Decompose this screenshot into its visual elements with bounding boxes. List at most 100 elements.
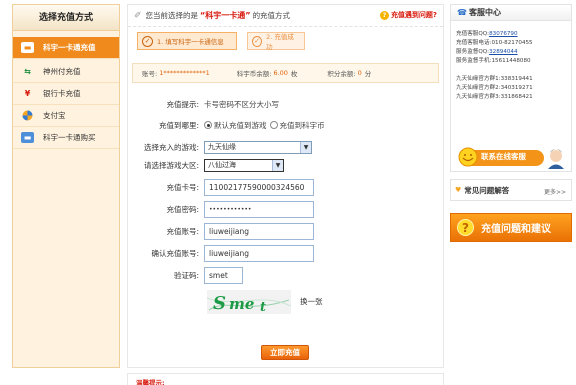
service-center: ☎ 客服中心 充值客服QQ:83076790 充值客服电话:010-821704… [450,4,572,172]
qq-group-line: 九天仙缘官方群3:331868421 [451,93,571,102]
card-row: 充值卡号: [128,178,445,196]
qq-group-line: 九天仙缘官方群2:340319271 [451,84,571,93]
qq-group-line: 九天仙缘官方群1:338319441 [451,75,571,84]
step-2: ✓ 2. 充值成功 [247,32,305,51]
sidebar-item-label: 科宇一卡通充值 [43,43,96,52]
alipay-icon [21,110,34,121]
svg-text:S: S [213,293,226,314]
game-select[interactable]: 九天仙缘 ▼ [204,140,312,154]
suggestion-label: 充值问题和建议 [481,224,551,235]
region-label: 请选择游戏大区: [143,160,199,170]
tip-label: 充值提示: [166,99,199,109]
help-link-label: 充值遇到问题? [390,11,437,19]
service-phone: 010-82170455 [491,40,533,46]
submit-recharge-button[interactable]: 立即充值 [261,345,309,360]
progress-steps: ✓ 1. 填写科宇一卡通信息 ✓ 2. 充值成功 [137,32,305,51]
qq-group-number: 338319441 [500,76,533,82]
target-label: 充值到哪里: [158,120,199,130]
star-icon: ♥ [455,186,462,194]
step-label: 2. 充值成功 [266,33,294,51]
service-line-label: 充值客服QQ: [456,31,490,37]
sidebar-item-label: 支付宝 [43,111,66,120]
service-line: 充值客服QQ:83076790 [451,30,571,39]
user-row: 充值账号: [128,222,445,240]
confirm-label: 确认充值账号: [151,248,199,258]
tip-row: 充值提示: 卡号密码不区分大小写 [128,95,445,113]
radio-label: 默认充值到游戏 [214,120,267,130]
confirm-account-input[interactable] [204,244,314,262]
chevron-down-icon[interactable]: ▼ [272,159,283,171]
card-number-input[interactable] [204,178,314,196]
tip-value: 卡号密码不区分大小写 [204,99,279,109]
qq-group-label: 九天仙缘官方群2: [456,85,501,91]
pencil-icon: ✐ [134,10,142,21]
sidebar-item-alipay[interactable]: 支付宝 [13,105,119,127]
sidebar-item-keyu-card-recharge[interactable]: ▬ 科宇一卡通充值 [13,37,119,59]
right-column: ☎ 客服中心 充值客服QQ:83076790 充值客服电话:010-821704… [450,4,572,242]
sidebar-item-bank-card[interactable]: ¥ 银行卡充值 [13,83,119,105]
online-service-button[interactable]: 联系在线客服 [456,146,567,169]
question-icon: ? [379,10,389,20]
target-option-game[interactable]: 默认充值到游戏 [204,120,267,131]
captcha-image[interactable]: S me t [206,290,292,315]
header-suffix: 的充值方式 [252,11,291,20]
sidebar-item-label: 科宇一卡通购买 [43,133,96,142]
captcha-graphic: S me t [206,293,292,315]
captcha-label: 验证码: [173,270,199,280]
card-buy-icon: ▬ [21,132,34,143]
target-option-kb[interactable]: 充值到科宇币 [269,120,325,131]
target-row: 充值到哪里: 默认充值到游戏 充值到科宇币 [128,116,445,134]
region-selected-value: 八仙过海 [208,161,236,169]
supervision-qq-link[interactable]: 32894044 [489,49,517,55]
service-line-label: 充值客服电话: [456,40,492,46]
shenzhoufu-icon: ⇆ [24,67,31,76]
account-input[interactable] [204,222,314,240]
svg-text:me: me [229,295,254,313]
captcha-refresh-link[interactable]: 换一张 [300,296,323,307]
card-label: 充值卡号: [166,182,199,192]
help-link[interactable]: ? 充值遇到问题? [379,10,437,20]
step-1: ✓ 1. 填写科宇一卡通信息 [137,32,237,50]
sidebar-item-keyu-card-buy[interactable]: ▬ 科宇一卡通购买 [13,127,119,149]
faq-title: 常见问题解答 [464,185,510,195]
online-service-label: 联系在线客服 [481,152,526,161]
captcha-input[interactable] [204,266,243,284]
service-line: 服务监督手机:15611448080 [451,57,571,66]
region-row: 请选择游戏大区: 八仙过海 ▼ [128,156,445,174]
account-summary: 账号: 1*************1 科宇币余额: 6.00 枚 积分余额: … [132,63,439,83]
service-line: 充值客服电话:010-82170455 [451,39,571,48]
service-center-title: 客服中心 [468,8,501,17]
service-qq-link[interactable]: 83076790 [489,31,517,37]
service-line-label: 服务监督手机: [456,58,492,64]
headset-icon: ☎ [457,8,467,17]
radio-button[interactable] [269,120,278,129]
svg-text:t: t [260,300,266,314]
warm-tip-panel: 温馨提示: [127,373,444,385]
suggestion-button[interactable]: ? 充值问题和建议 [450,213,572,242]
region-select[interactable]: 八仙过海 ▼ [204,158,284,172]
password-label: 充值密码: [166,204,199,214]
game-label: 选择充入的游戏: [143,142,199,152]
faq-more-link[interactable]: 更多>> [544,187,566,196]
chevron-down-icon[interactable]: ▼ [300,141,311,153]
service-center-header: ☎ 客服中心 [451,5,571,21]
selected-product: “科宇一卡通” [200,11,251,20]
kb-balance-label: 科宇币余额: [236,70,272,78]
sidebar-item-shenzhoufu[interactable]: ⇆ 神州付充值 [13,61,119,83]
kb-balance-value: 6.00 [273,69,288,77]
points-balance-unit: 分 [364,70,372,78]
user-label: 充值账号: [166,226,199,236]
points-balance-value: 0 [357,69,362,77]
password-input[interactable] [204,200,314,218]
radio-label: 充值到科宇币 [279,120,325,130]
captcha-row: 验证码: [128,266,445,284]
service-line-label: 服务监督QQ: [456,49,490,55]
account-value: 1*************1 [159,69,210,77]
kb-balance-unit: 枚 [290,70,298,78]
qq-group-number: 340319271 [500,85,533,91]
payment-method-sidebar: 选择充值方式 ▬ 科宇一卡通充值 ⇆ 神州付充值 ¥ 银行卡充值 支付宝 ▬ 科… [12,4,120,368]
step-label: 1. 填写科宇一卡通信息 [157,38,224,46]
card-icon: ▬ [21,42,34,53]
sidebar-item-label: 神州付充值 [43,67,81,76]
radio-button[interactable] [204,120,212,129]
